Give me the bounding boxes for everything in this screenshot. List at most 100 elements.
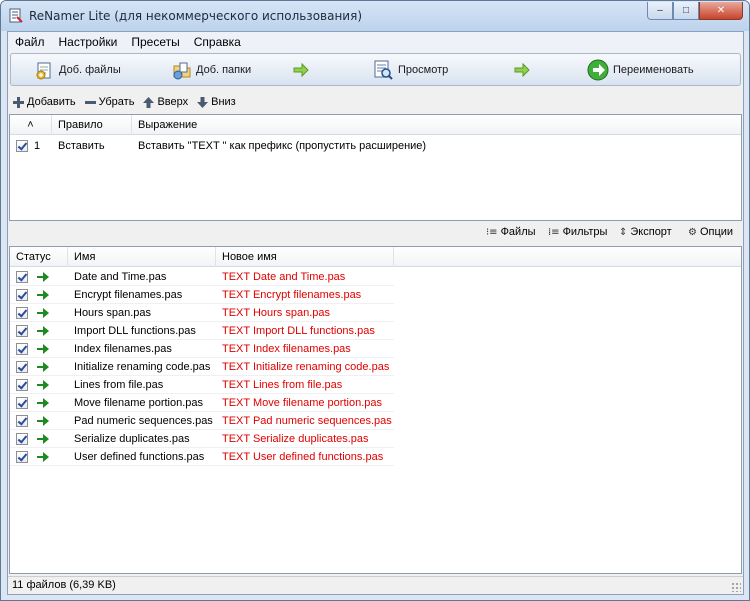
rename-icon	[587, 59, 609, 81]
file-name: Serialize duplicates.pas	[74, 433, 190, 445]
options-button[interactable]: ⚙ Опции	[688, 226, 733, 238]
maximize-button[interactable]: □	[673, 2, 699, 20]
minimize-button[interactable]: –	[647, 2, 673, 20]
file-row[interactable]: Import DLL functions.pas TEXT Import DLL …	[10, 322, 394, 340]
file-new-name: TEXT Index filenames.pas	[222, 343, 351, 355]
rename-button[interactable]: Переименовать	[587, 58, 694, 82]
rule-row[interactable]: 1 Вставить Вставить "TEXT " как префикс …	[10, 137, 741, 155]
expression-column-header[interactable]: Выражение	[132, 115, 743, 135]
file-name: Lines from file.pas	[74, 379, 164, 391]
options-label: Опции	[699, 226, 734, 238]
file-checkbox[interactable]	[16, 451, 28, 463]
filters-button[interactable]: ⁞≡ Фильтры	[548, 226, 607, 238]
menu-help[interactable]: Справка	[187, 32, 248, 52]
file-checkbox[interactable]	[16, 397, 28, 409]
status-column-header[interactable]: Статус	[10, 247, 68, 267]
green-arrow-icon	[37, 362, 49, 372]
file-row[interactable]: Lines from file.pas TEXT Lines from file.…	[10, 376, 394, 394]
rule-expression: Вставить "TEXT " как префикс (пропустить…	[138, 140, 427, 152]
resize-grip[interactable]	[731, 582, 741, 592]
file-new-name: TEXT Encrypt filenames.pas	[222, 289, 362, 301]
title-bar[interactable]: ReNamer Lite (для некоммерческого исполь…	[1, 1, 749, 31]
file-new-name: TEXT Date and Time.pas	[222, 271, 346, 283]
add-folders-button[interactable]: Доб. папки	[172, 58, 251, 82]
green-arrow-icon	[37, 452, 49, 462]
file-checkbox[interactable]	[16, 271, 28, 283]
file-new-name: TEXT Initialize renaming code.pas	[222, 361, 390, 373]
file-name: Date and Time.pas	[74, 271, 167, 283]
close-button[interactable]: ✕	[699, 2, 743, 20]
green-arrow-icon	[37, 308, 49, 318]
files-icon: ⁝≡	[486, 226, 498, 238]
file-row[interactable]: Hours span.pas TEXT Hours span.pas	[10, 304, 394, 322]
name-column-header[interactable]: Имя	[68, 247, 216, 267]
main-toolbar: Доб. файлы Доб. папки Просмотр Переимено…	[10, 53, 741, 86]
add-folders-icon	[173, 62, 191, 80]
files-table: Статус Имя Новое имя Date and Time.pas TE…	[9, 246, 742, 574]
file-new-name: TEXT Import DLL functions.pas	[222, 325, 375, 337]
add-folders-label: Доб. папки	[196, 64, 252, 76]
remove-rule-button[interactable]: Убрать	[84, 96, 135, 108]
preview-icon	[374, 60, 393, 80]
file-checkbox[interactable]	[16, 433, 28, 445]
status-text: 11 файлов (6,39 KB)	[12, 579, 116, 591]
file-new-name: TEXT Lines from file.pas	[222, 379, 343, 391]
file-name: Pad numeric sequences.pas	[74, 415, 213, 427]
file-checkbox[interactable]	[16, 415, 28, 427]
add-files-button[interactable]: Доб. файлы	[35, 58, 121, 82]
file-new-name: TEXT Move filename portion.pas	[222, 397, 382, 409]
remove-rule-label: Убрать	[98, 96, 135, 108]
new-name-column-header[interactable]: Новое имя	[216, 247, 394, 267]
plus-icon	[13, 96, 24, 108]
file-checkbox[interactable]	[16, 361, 28, 373]
menu-presets[interactable]: Пресеты	[124, 32, 186, 52]
file-new-name: TEXT Serialize duplicates.pas	[222, 433, 369, 445]
file-name: Move filename portion.pas	[74, 397, 204, 409]
options-icon: ⚙	[688, 226, 697, 238]
file-checkbox[interactable]	[16, 343, 28, 355]
move-down-button[interactable]: Вниз	[197, 96, 236, 108]
file-name: User defined functions.pas	[74, 451, 205, 463]
file-name: Hours span.pas	[74, 307, 152, 319]
files-menu-label: Файлы	[500, 226, 536, 238]
rule-checkbox[interactable]	[16, 140, 28, 152]
green-arrow-icon	[37, 344, 49, 354]
menu-file[interactable]: Файл	[8, 32, 52, 52]
green-arrow-icon	[37, 290, 49, 300]
rule-column-header[interactable]: Правило	[52, 115, 132, 135]
move-up-button[interactable]: Вверх	[143, 96, 188, 108]
add-files-icon	[36, 62, 51, 80]
export-label: Экспорт	[630, 226, 672, 238]
preview-button[interactable]: Просмотр	[372, 58, 448, 82]
rules-header: ˄ Правило Выражение	[10, 115, 741, 135]
file-new-name: TEXT User defined functions.pas	[222, 451, 384, 463]
file-checkbox[interactable]	[16, 289, 28, 301]
file-row[interactable]: Initialize renaming code.pas TEXT Initial…	[10, 358, 394, 376]
sort-column-header[interactable]: ˄	[10, 115, 52, 135]
window-title: ReNamer Lite (для некоммерческого исполь…	[29, 9, 362, 23]
file-name: Initialize renaming code.pas	[74, 361, 211, 373]
add-files-label: Доб. файлы	[59, 64, 121, 76]
file-row[interactable]: Index filenames.pas TEXT Index filenames.…	[10, 340, 394, 358]
rules-table: ˄ Правило Выражение 1 Вставить Вставить …	[9, 114, 742, 221]
filters-icon: ⁞≡	[548, 226, 560, 238]
file-row[interactable]: User defined functions.pas TEXT User defi…	[10, 448, 394, 466]
file-row[interactable]: Move filename portion.pas TEXT Move filen…	[10, 394, 394, 412]
files-toolbar: ⁝≡ Файлы ⁞≡ Фильтры ⇕ Экспорт ⚙ Опции	[8, 223, 743, 245]
export-button[interactable]: ⇕ Экспорт	[619, 226, 672, 238]
menu-settings[interactable]: Настройки	[52, 32, 125, 52]
arrow-down-icon	[197, 96, 209, 108]
files-menu-button[interactable]: ⁝≡ Файлы	[486, 226, 536, 238]
add-rule-button[interactable]: Добавить	[13, 96, 76, 108]
preview-label: Просмотр	[398, 64, 449, 76]
file-row[interactable]: Encrypt filenames.pas TEXT Encrypt filena…	[10, 286, 394, 304]
file-row[interactable]: Date and Time.pas TEXT Date and Time.pas	[10, 268, 394, 286]
file-checkbox[interactable]	[16, 325, 28, 337]
green-arrow-icon	[37, 326, 49, 336]
file-row[interactable]: Pad numeric sequences.pas TEXT Pad numeri…	[10, 412, 394, 430]
file-checkbox[interactable]	[16, 379, 28, 391]
file-row[interactable]: Serialize duplicates.pas TEXT Serialize d…	[10, 430, 394, 448]
filters-label: Фильтры	[562, 226, 608, 238]
menu-bar: Файл Настройки Пресеты Справка	[8, 32, 743, 52]
file-checkbox[interactable]	[16, 307, 28, 319]
